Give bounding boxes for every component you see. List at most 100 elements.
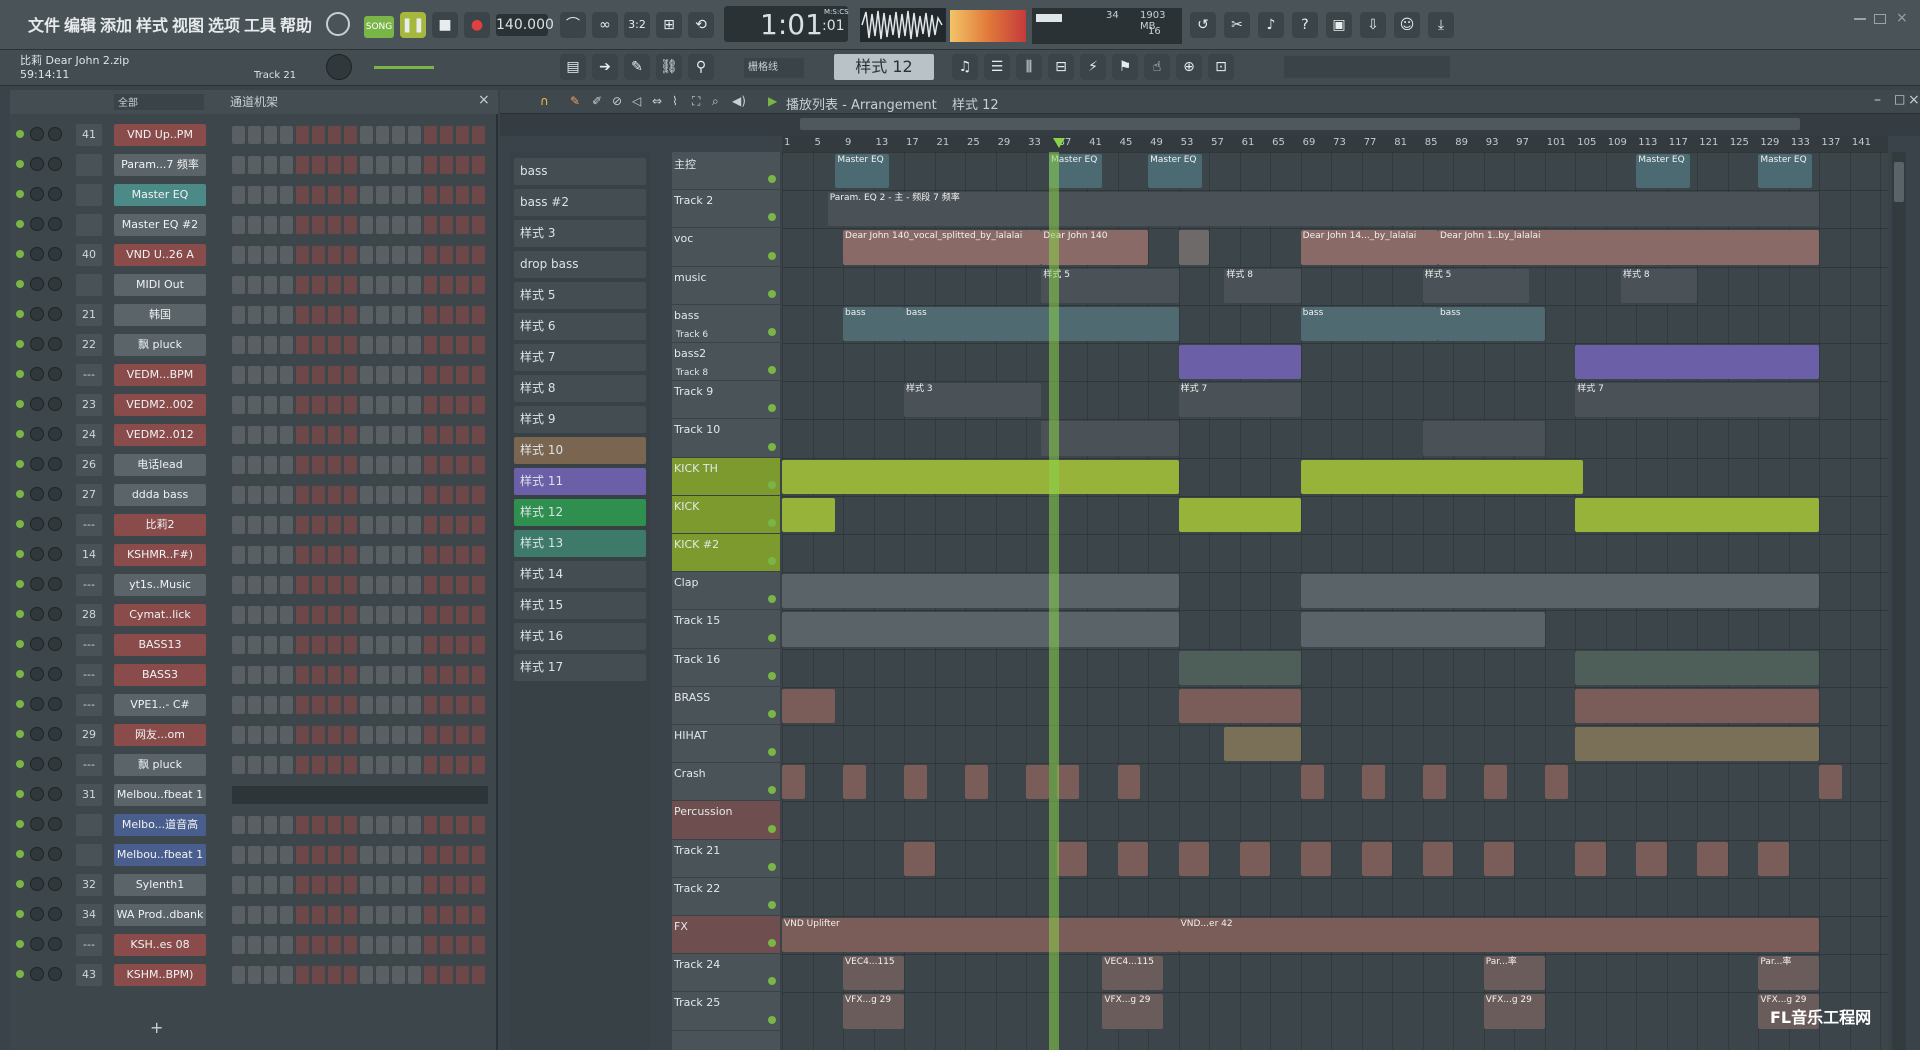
track-header[interactable]: KICK TH [672,457,780,496]
track-mute-led[interactable] [768,175,776,184]
step-button[interactable] [232,276,245,294]
channel-volume-knob[interactable] [48,127,62,141]
channel-name-button[interactable]: ddda bass [114,484,206,506]
step-button[interactable] [360,546,373,564]
step-button[interactable] [232,186,245,204]
step-button[interactable] [376,186,389,204]
playlist-clip[interactable]: 样式 3 [904,383,1042,418]
step-button[interactable] [264,696,277,714]
step-button[interactable] [344,516,357,534]
channel-row[interactable]: --- BASS3 [10,660,498,690]
step-button[interactable] [456,516,469,534]
mute-icon[interactable]: ◁ [632,94,641,108]
close-icon[interactable]: × [1896,10,1908,26]
step-button[interactable] [456,456,469,474]
step-button[interactable] [472,516,485,534]
channel-enable-led[interactable] [16,400,24,408]
playlist-clip[interactable] [1575,727,1820,762]
channel-enable-led[interactable] [16,970,24,978]
playlist-clip[interactable] [782,765,805,800]
channel-row[interactable]: --- yt1s..Music [10,570,498,600]
step-button[interactable] [280,636,293,654]
step-button[interactable] [376,486,389,504]
step-button[interactable] [440,576,453,594]
pattern-item[interactable]: bass #2 [514,189,646,216]
playlist-clip[interactable] [1819,765,1843,800]
step-button[interactable] [328,696,341,714]
step-button[interactable] [344,336,357,354]
channel-volume-knob[interactable] [48,157,62,171]
channel-row[interactable]: 41 VND Up..PM [10,120,498,150]
playlist-clip[interactable]: VFX...g 29 [843,994,905,1029]
channel-name-button[interactable]: VND U..26 A [114,244,206,266]
channel-enable-led[interactable] [16,760,24,768]
arrow-right-icon[interactable]: ➔ [592,54,618,80]
channel-volume-knob[interactable] [48,517,62,531]
step-button[interactable] [424,876,437,894]
step-button[interactable] [440,246,453,264]
channel-volume-knob[interactable] [48,937,62,951]
step-button[interactable] [392,276,405,294]
channel-volume-knob[interactable] [48,877,62,891]
step-button[interactable] [232,576,245,594]
step-button[interactable] [360,426,373,444]
channel-name-button[interactable]: Melbo...道音高 [114,814,206,836]
step-button[interactable] [392,636,405,654]
step-button[interactable] [456,216,469,234]
channel-volume-knob[interactable] [48,217,62,231]
step-button[interactable] [408,246,421,264]
step-button[interactable] [360,186,373,204]
step-button[interactable] [248,846,261,864]
playlist-clip[interactable]: 样式 5 [1041,268,1179,303]
step-button[interactable] [440,906,453,924]
step-button[interactable] [376,516,389,534]
menu-add[interactable]: 添加 [100,12,132,36]
playlist-clip[interactable] [1300,612,1545,647]
step-button[interactable] [312,876,325,894]
channel-mixer-track[interactable]: 28 [76,604,102,626]
step-button[interactable] [296,816,309,834]
step-button[interactable] [376,816,389,834]
channel-name-button[interactable]: VEDM...BPM [114,364,206,386]
track-header[interactable]: music [672,266,780,305]
step-button[interactable] [456,336,469,354]
channel-volume-knob[interactable] [48,367,62,381]
playlist-clip[interactable] [1300,459,1583,494]
channel-enable-led[interactable] [16,700,24,708]
step-button[interactable] [456,756,469,774]
minimize-icon[interactable] [1854,18,1866,20]
channel-name-button[interactable]: VPE1..- C# [114,694,206,716]
step-button[interactable] [296,546,309,564]
step-button[interactable] [328,396,341,414]
step-button[interactable] [360,966,373,984]
channel-mixer-track[interactable]: --- [76,514,102,536]
step-button[interactable] [360,756,373,774]
step-button[interactable] [456,306,469,324]
step-button[interactable] [328,906,341,924]
channel-row[interactable]: Master EQ [10,180,498,210]
step-button[interactable] [344,546,357,564]
step-button[interactable] [408,426,421,444]
channel-name-button[interactable]: WA Prod..dbank [114,904,206,926]
render-icon[interactable]: ⇩ [1360,12,1386,38]
playlist-clip[interactable] [1483,841,1515,876]
step-button[interactable] [280,366,293,384]
channel-mixer-track[interactable]: --- [76,934,102,956]
track-header[interactable]: Track 24 [672,954,780,993]
channel-enable-led[interactable] [16,340,24,348]
step-button[interactable] [344,936,357,954]
step-button[interactable] [424,756,437,774]
menu-tools[interactable]: 工具 [244,12,276,36]
channel-enable-led[interactable] [16,640,24,648]
step-button[interactable] [360,666,373,684]
step-button[interactable] [424,576,437,594]
channel-volume-knob[interactable] [48,277,62,291]
step-button[interactable] [296,606,309,624]
step-button[interactable] [232,126,245,144]
channel-row[interactable]: 40 VND U..26 A [10,240,498,270]
snap-select[interactable]: 栅格线 [744,58,804,78]
track-mute-led[interactable] [768,557,776,566]
playlist-clip[interactable] [782,612,1179,647]
track-mute-led[interactable] [768,633,776,642]
channel-volume-knob[interactable] [48,457,62,471]
